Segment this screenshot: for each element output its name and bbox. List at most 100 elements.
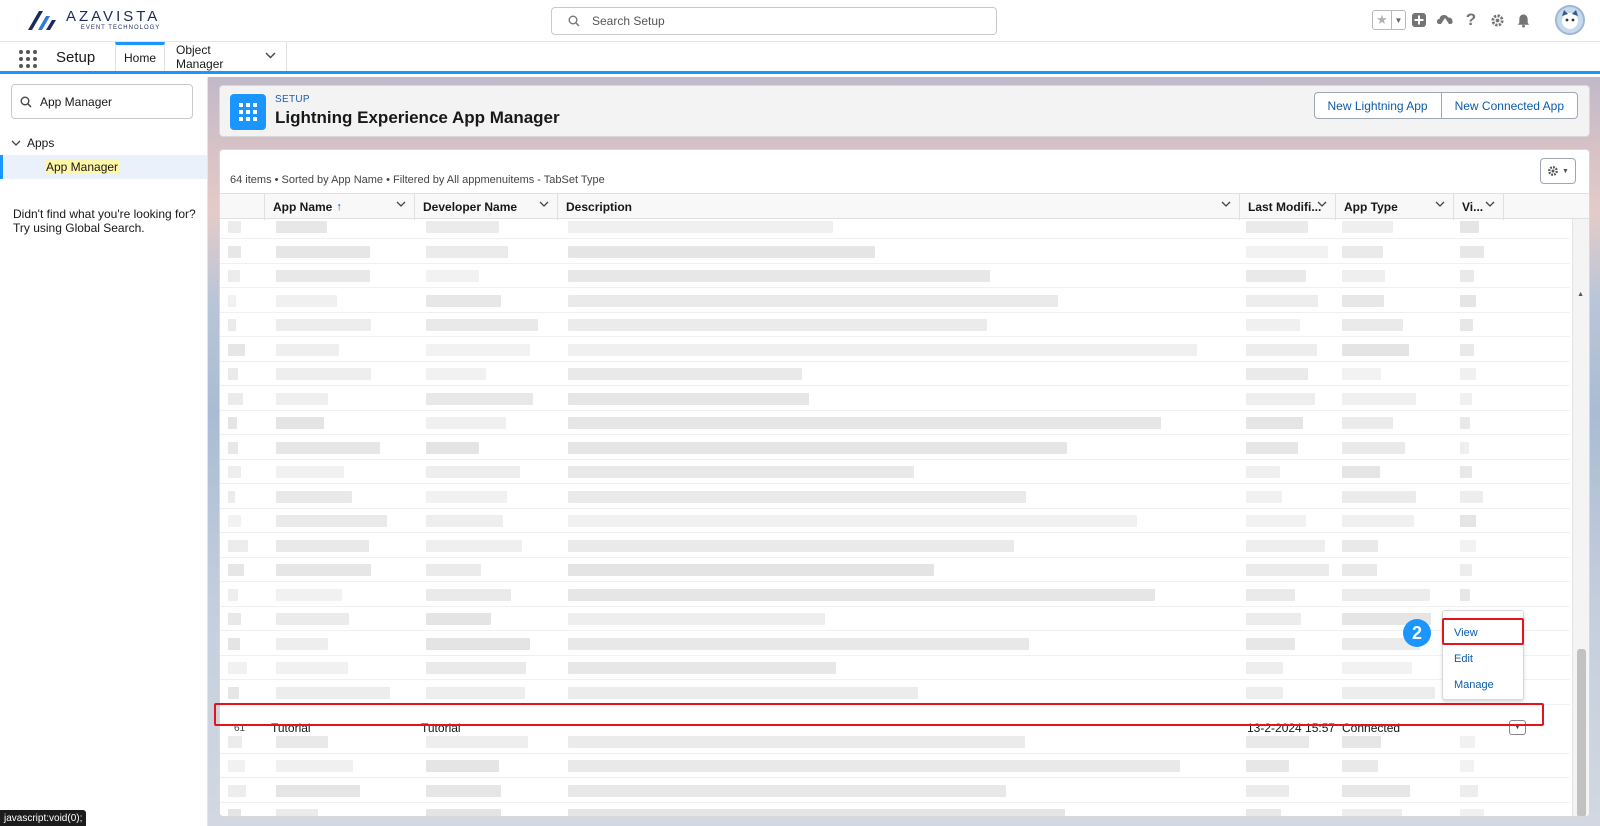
- redacted-cell: [1460, 368, 1476, 380]
- table-row[interactable]: [220, 656, 1570, 680]
- app-manager-icon: [230, 94, 266, 130]
- chevron-down-icon[interactable]: [265, 51, 276, 62]
- table-row[interactable]: [220, 387, 1570, 411]
- redacted-cell: [568, 245, 875, 258]
- redacted-cell: [568, 515, 1137, 527]
- column-header-app-type[interactable]: App Type: [1336, 194, 1454, 220]
- trailhead-icon[interactable]: [1432, 12, 1458, 28]
- column-header-description[interactable]: Description: [558, 194, 1240, 220]
- chevron-down-icon[interactable]: [1317, 199, 1327, 211]
- chevron-down-icon[interactable]: [539, 199, 549, 211]
- redacted-cell: [1246, 368, 1308, 380]
- table-row[interactable]: [220, 240, 1570, 264]
- redacted-cell: [1342, 417, 1393, 429]
- chevron-down-icon[interactable]: [1221, 199, 1231, 211]
- table-row[interactable]: [220, 338, 1570, 362]
- redacted-cell: [276, 441, 380, 454]
- table-row[interactable]: [220, 460, 1570, 484]
- redacted-cell: [228, 490, 235, 503]
- table-row[interactable]: [220, 558, 1570, 582]
- favorites-button-group[interactable]: ★ ▼: [1372, 10, 1406, 30]
- redacted-cell: [1342, 270, 1385, 282]
- table-row[interactable]: [220, 362, 1570, 386]
- table-row[interactable]: [220, 779, 1570, 803]
- app-launcher-icon[interactable]: [19, 50, 37, 68]
- brand-logo[interactable]: AZAVISTA EVENT TECHNOLOGY: [26, 9, 160, 31]
- redacted-cell: [1246, 686, 1283, 699]
- table-row[interactable]: [220, 583, 1570, 607]
- redacted-cell: [276, 343, 339, 356]
- header-button-group: New Lightning App New Connected App: [1313, 92, 1578, 119]
- chevron-down-icon[interactable]: [1485, 199, 1495, 211]
- gear-icon[interactable]: [1484, 13, 1510, 28]
- table-row[interactable]: [220, 803, 1570, 816]
- table-row[interactable]: [220, 632, 1570, 656]
- redacted-cell: [1342, 686, 1435, 699]
- chevron-down-icon[interactable]: ▼: [1391, 11, 1405, 29]
- redacted-cell: [1342, 784, 1410, 797]
- table-row[interactable]: [220, 264, 1570, 288]
- column-header-visible[interactable]: Vi...: [1454, 194, 1504, 220]
- table-row[interactable]: [220, 754, 1570, 778]
- redacted-cell: [568, 637, 1029, 650]
- tab-object-manager[interactable]: Object Manager: [166, 42, 287, 71]
- table-row[interactable]: [220, 289, 1570, 313]
- table-row[interactable]: [220, 411, 1570, 435]
- page-title: Lightning Experience App Manager: [275, 108, 560, 127]
- redacted-cell: [228, 441, 238, 454]
- redacted-cell: [228, 343, 245, 356]
- redacted-cell: [1460, 319, 1473, 331]
- help-icon[interactable]: ?: [1458, 10, 1484, 30]
- add-icon[interactable]: [1406, 12, 1432, 28]
- user-avatar[interactable]: [1555, 5, 1585, 35]
- list-settings-button[interactable]: ▼: [1540, 158, 1576, 184]
- column-header-app-name[interactable]: App Name ↑: [265, 194, 415, 220]
- column-header-developer-name[interactable]: Developer Name: [415, 194, 558, 220]
- table-scrollbar[interactable]: ▲: [1572, 219, 1589, 816]
- chevron-down-icon[interactable]: [396, 199, 406, 211]
- redacted-cell: [1460, 588, 1470, 601]
- redacted-cell: [276, 784, 360, 797]
- tab-home[interactable]: Home: [115, 42, 165, 71]
- table-row[interactable]: [220, 219, 1570, 239]
- menu-item-view[interactable]: View: [1443, 621, 1523, 645]
- column-header-last-modified[interactable]: Last Modifi...: [1240, 194, 1336, 220]
- new-connected-app-button[interactable]: New Connected App: [1441, 92, 1578, 119]
- redacted-cell: [276, 490, 352, 503]
- tree-group-apps[interactable]: Apps: [11, 136, 54, 150]
- redacted-cell: [1342, 515, 1414, 527]
- table-row[interactable]: [220, 607, 1570, 631]
- redacted-cell: [568, 417, 1161, 429]
- scrollbar-thumb[interactable]: [1577, 649, 1586, 816]
- tree-item-app-manager[interactable]: App Manager: [0, 155, 207, 179]
- row-action-button[interactable]: ▼: [1509, 720, 1526, 735]
- menu-item-edit[interactable]: Edit: [1443, 647, 1523, 671]
- chevron-down-icon: ▼: [1514, 724, 1521, 731]
- new-lightning-app-button[interactable]: New Lightning App: [1313, 92, 1442, 119]
- help-line-1: Didn't find what you're looking for?: [13, 207, 196, 221]
- step-number-badge: 2: [1403, 619, 1431, 647]
- redacted-cell: [426, 515, 503, 527]
- chevron-down-icon[interactable]: [1435, 199, 1445, 211]
- redacted-cell: [426, 294, 501, 307]
- redacted-cell: [1246, 270, 1306, 282]
- redacted-cell: [276, 686, 390, 699]
- table-row[interactable]: [220, 534, 1570, 558]
- redacted-cell: [568, 270, 990, 282]
- table-row[interactable]: [220, 681, 1570, 705]
- table-row[interactable]: [220, 313, 1570, 337]
- table-row[interactable]: [220, 509, 1570, 533]
- redacted-cell: [1246, 539, 1325, 552]
- star-icon[interactable]: ★: [1373, 11, 1391, 29]
- redacted-cell: [1246, 221, 1308, 233]
- global-search-input[interactable]: [592, 14, 972, 28]
- table-row[interactable]: [220, 436, 1570, 460]
- bell-icon[interactable]: [1510, 13, 1536, 28]
- redacted-cell: [426, 245, 508, 258]
- menu-item-manage[interactable]: Manage: [1443, 673, 1523, 697]
- scroll-up-icon[interactable]: ▲: [1577, 291, 1584, 298]
- quick-find-input[interactable]: App Manager: [11, 84, 193, 119]
- global-search[interactable]: [551, 7, 997, 35]
- table-row-tutorial[interactable]: 61 Tutorial Tutorial 13-2-2024 15:57 Con…: [220, 716, 1589, 740]
- table-row[interactable]: [220, 485, 1570, 509]
